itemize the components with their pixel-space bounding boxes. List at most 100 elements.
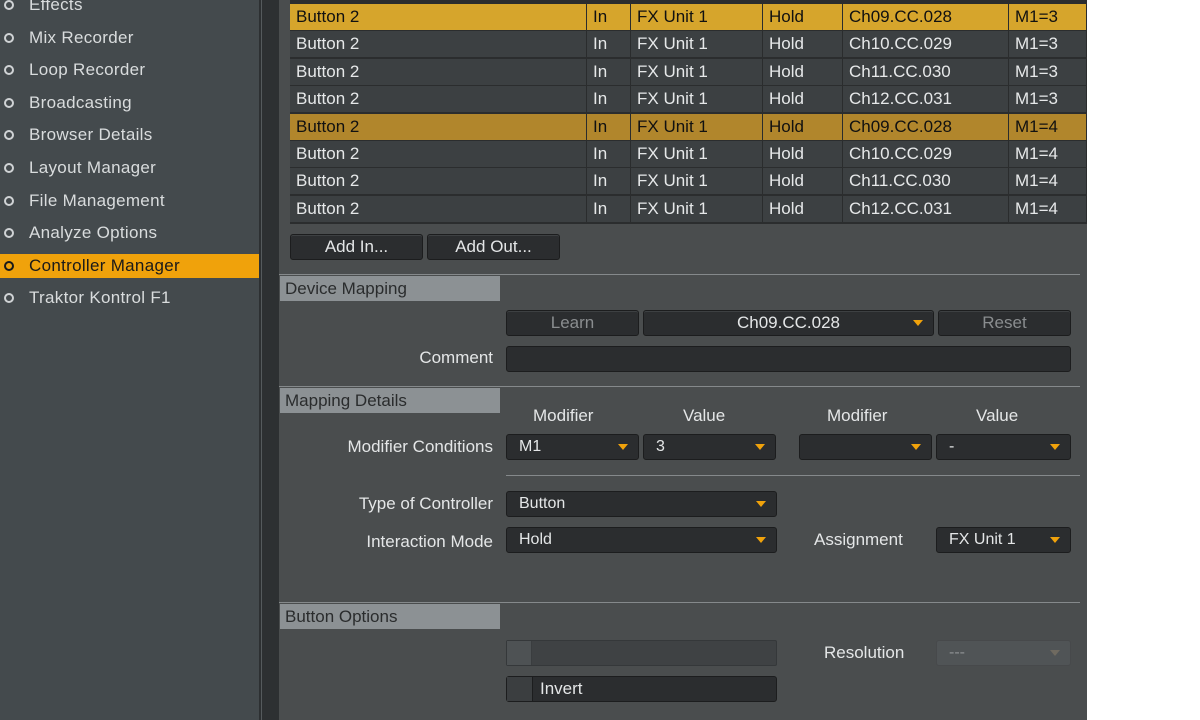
- chevron-down-icon: [911, 444, 921, 450]
- add-out-button[interactable]: Add Out...: [427, 234, 560, 260]
- table-cell-mode: Hold: [763, 31, 843, 58]
- table-cell-modifier: M1=4: [1009, 168, 1087, 195]
- radio-bullet-icon: [4, 97, 14, 108]
- resolution-label: Resolution: [824, 643, 905, 662]
- sidebar-item-label: File Management: [29, 190, 165, 210]
- chevron-down-icon: [913, 320, 923, 326]
- sidebar-item[interactable]: Effects: [0, 0, 259, 17]
- comment-input[interactable]: [506, 346, 1071, 372]
- invert-label: Invert: [540, 679, 583, 698]
- radio-bullet-icon: [4, 260, 14, 271]
- table-row[interactable]: Button 2 In FX Unit 1 Hold Ch12.CC.031 M1=3: [290, 86, 1087, 113]
- interaction-mode-label: Interaction Mode: [366, 532, 493, 551]
- interaction-mode-select[interactable]: Hold: [506, 527, 777, 553]
- chevron-down-icon: [756, 537, 766, 543]
- condition2-value-select[interactable]: -: [936, 434, 1071, 460]
- button-options-header: Button Options: [280, 604, 500, 629]
- chevron-down-icon: [1050, 444, 1060, 450]
- invert-toggle[interactable]: Invert: [506, 676, 777, 702]
- slider-handle: [507, 641, 532, 665]
- chevron-down-icon: [1050, 537, 1060, 543]
- table-cell-control: Button 2: [290, 168, 587, 195]
- table-row[interactable]: Button 2 In FX Unit 1 Hold Ch12.CC.031 M1=4: [290, 195, 1087, 223]
- learn-button[interactable]: Learn: [506, 310, 639, 336]
- divider: [506, 475, 1080, 476]
- table-cell-mapped-to: Ch11.CC.030: [843, 58, 1009, 85]
- sidebar-item[interactable]: Mix Recorder: [0, 26, 259, 50]
- condition2-value-value: -: [949, 438, 955, 455]
- comment-label: Comment: [419, 348, 493, 367]
- table-cell-assignment: FX Unit 1: [631, 141, 763, 167]
- preferences-sidebar: Effects Mix Recorder Loop Recorder Broadcas…: [0, 0, 259, 720]
- mapping-table: Button 2 In FX Unit 1 Hold Ch09.CC.028 M1=3 Bu…: [290, 0, 1087, 224]
- modifier-conditions-label: Modifier Conditions: [347, 437, 493, 456]
- value-column-header-2: Value: [976, 406, 1019, 425]
- radio-bullet-icon: [4, 293, 14, 304]
- radio-bullet-icon: [4, 65, 14, 76]
- table-cell-control: Button 2: [290, 4, 587, 30]
- radio-bullet-icon: [4, 130, 14, 141]
- table-cell-assignment: FX Unit 1: [631, 86, 763, 113]
- type-of-controller-select[interactable]: Button: [506, 491, 777, 517]
- modifier-column-header: Modifier: [533, 406, 594, 425]
- resolution-select[interactable]: ---: [936, 640, 1071, 666]
- table-cell-modifier: M1=3: [1009, 86, 1087, 113]
- table-cell-mapped-to: Ch09.CC.028: [843, 4, 1009, 30]
- condition2-modifier-select[interactable]: [799, 434, 932, 460]
- table-cell-modifier: M1=4: [1009, 113, 1087, 140]
- assignment-select[interactable]: FX Unit 1: [936, 527, 1071, 553]
- table-cell-mapped-to: Ch12.CC.031: [843, 195, 1009, 222]
- table-cell-mapped-to: Ch12.CC.031: [843, 86, 1009, 113]
- sidebar-item[interactable]: Layout Manager: [0, 156, 259, 180]
- sidebar-item-label: Browser Details: [29, 125, 153, 145]
- sidebar-item[interactable]: Loop Recorder: [0, 58, 259, 82]
- chevron-down-icon: [755, 444, 765, 450]
- table-cell-io: In: [587, 168, 631, 195]
- table-cell-assignment: FX Unit 1: [631, 195, 763, 222]
- table-cell-control: Button 2: [290, 58, 587, 85]
- sidebar-item[interactable]: Browser Details: [0, 123, 259, 147]
- sidebar-item[interactable]: File Management: [0, 189, 259, 213]
- sidebar-item[interactable]: Analyze Options: [0, 221, 259, 245]
- sidebar-item-label: Analyze Options: [29, 223, 158, 243]
- table-cell-mapped-to: Ch09.CC.028: [843, 113, 1009, 140]
- table-cell-control: Button 2: [290, 141, 587, 167]
- sidebar-item[interactable]: Traktor Kontrol F1: [0, 286, 259, 310]
- table-cell-assignment: FX Unit 1: [631, 4, 763, 30]
- condition1-value-select[interactable]: 3: [643, 434, 776, 460]
- table-cell-mode: Hold: [763, 4, 843, 30]
- table-cell-mode: Hold: [763, 113, 843, 140]
- divider: [279, 386, 1080, 387]
- table-cell-io: In: [587, 113, 631, 140]
- table-cell-assignment: FX Unit 1: [631, 113, 763, 140]
- table-row[interactable]: Button 2 In FX Unit 1 Hold Ch09.CC.028 M1=3: [290, 4, 1087, 31]
- sidebar-divider[interactable]: [259, 0, 279, 720]
- table-row[interactable]: Button 2 In FX Unit 1 Hold Ch09.CC.028 M1=4: [290, 113, 1087, 141]
- table-cell-mapped-to: Ch10.CC.029: [843, 31, 1009, 58]
- table-cell-mapped-to: Ch11.CC.030: [843, 168, 1009, 195]
- mapping-details-header: Mapping Details: [280, 388, 500, 413]
- table-cell-assignment: FX Unit 1: [631, 31, 763, 58]
- add-in-button[interactable]: Add In...: [290, 234, 423, 260]
- sidebar-item[interactable]: Broadcasting: [0, 91, 259, 115]
- chevron-down-icon: [1050, 650, 1060, 656]
- table-cell-io: In: [587, 195, 631, 222]
- sidebar-item[interactable]: Controller Manager: [0, 253, 259, 278]
- radio-bullet-icon: [4, 32, 14, 43]
- table-cell-mode: Hold: [763, 58, 843, 85]
- table-cell-modifier: M1=3: [1009, 58, 1087, 85]
- table-cell-modifier: M1=3: [1009, 4, 1087, 30]
- condition1-modifier-select[interactable]: M1: [506, 434, 639, 460]
- reset-button[interactable]: Reset: [938, 310, 1071, 336]
- interaction-mode-value: Hold: [519, 531, 552, 548]
- table-cell-mode: Hold: [763, 168, 843, 195]
- table-cell-control: Button 2: [290, 113, 587, 140]
- table-cell-mode: Hold: [763, 195, 843, 222]
- table-row[interactable]: Button 2 In FX Unit 1 Hold Ch10.CC.029 M1=4: [290, 141, 1087, 168]
- table-cell-modifier: M1=4: [1009, 195, 1087, 222]
- sidebar-item-label: Traktor Kontrol F1: [29, 288, 171, 308]
- table-row[interactable]: Button 2 In FX Unit 1 Hold Ch11.CC.030 M1=4: [290, 168, 1087, 195]
- table-row[interactable]: Button 2 In FX Unit 1 Hold Ch10.CC.029 M1=3: [290, 31, 1087, 58]
- mapped-to-dropdown[interactable]: Ch09.CC.028: [643, 310, 934, 336]
- table-row[interactable]: Button 2 In FX Unit 1 Hold Ch11.CC.030 M1=3: [290, 58, 1087, 86]
